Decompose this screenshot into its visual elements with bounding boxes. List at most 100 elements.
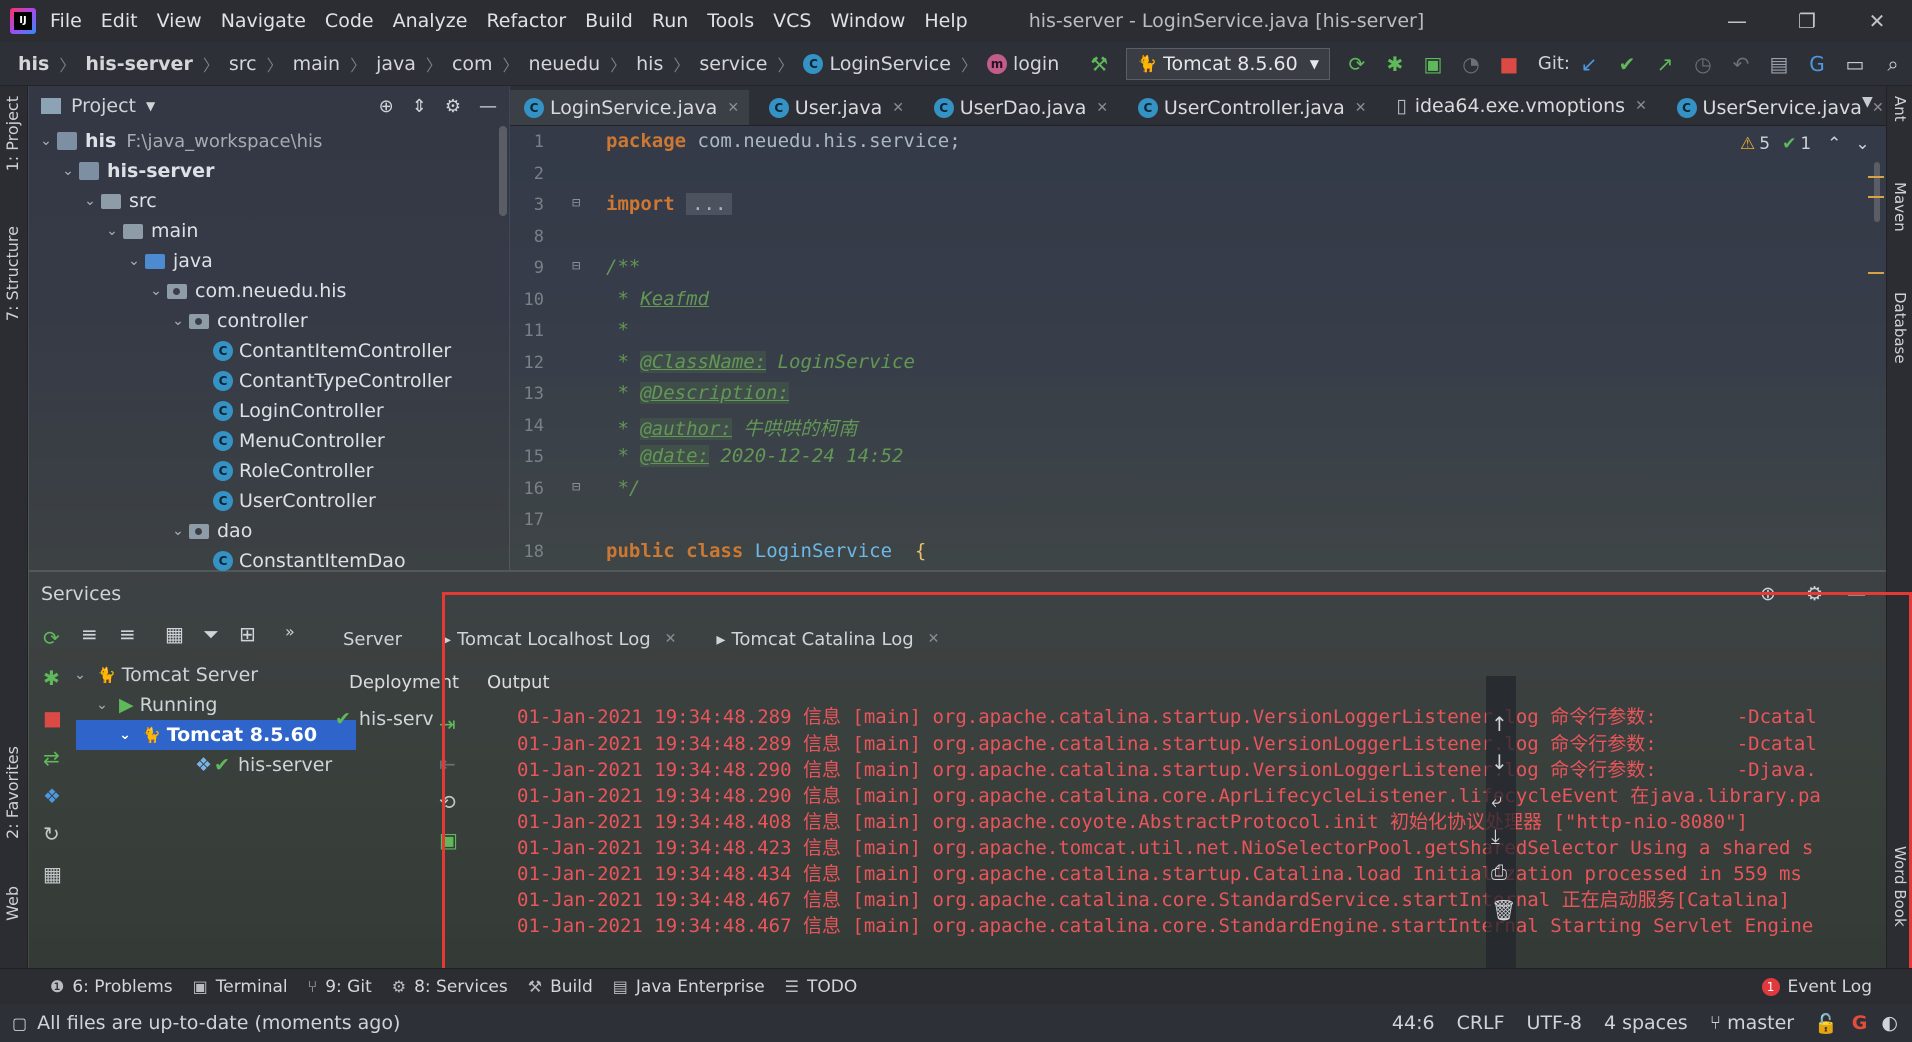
gear-icon[interactable]: ⚙ [1806, 583, 1823, 605]
close-tab-icon[interactable]: ✕ [1096, 100, 1108, 116]
terminal-tool-button[interactable]: ▣ Terminal [193, 977, 288, 997]
crumb-service[interactable]: service [699, 53, 767, 75]
tree-item-class[interactable]: C LoginController [29, 396, 509, 426]
memory-indicator-icon[interactable]: ◐ [1881, 1012, 1898, 1034]
crumb-com[interactable]: com [452, 53, 493, 75]
folded-imports[interactable]: ... [686, 193, 733, 215]
menu-refactor[interactable]: Refactor [486, 10, 566, 32]
database-tool-button[interactable]: Database [1891, 292, 1909, 364]
file-encoding[interactable]: UTF-8 [1527, 1012, 1582, 1034]
close-tab-icon[interactable]: ✕ [1872, 100, 1884, 116]
tree-item-src[interactable]: ⌄ src [29, 186, 509, 216]
close-tab-icon[interactable]: ✕ [1355, 100, 1367, 116]
translate-icon[interactable]: G [1805, 52, 1829, 76]
menu-window[interactable]: Window [830, 10, 905, 32]
deploy-icon[interactable]: ⇥ [439, 712, 456, 736]
tab-user[interactable]: C User.java ✕ [755, 88, 914, 125]
refresh-icon[interactable]: ↻ [43, 822, 60, 846]
artifact-icon[interactable]: ❖ [43, 784, 61, 808]
add-service-icon[interactable]: ⊞ [239, 622, 256, 646]
tree-item-package[interactable]: ⌄ com.neuedu.his [29, 276, 509, 306]
locate-icon[interactable]: ⊕ [379, 96, 394, 117]
chevron-down-icon[interactable]: ▼ [146, 99, 155, 113]
crumb-java[interactable]: java [376, 53, 416, 75]
lock-icon[interactable]: 🔓 [1814, 1012, 1838, 1035]
project-scrollbar[interactable] [499, 126, 507, 216]
inspection-widget[interactable]: ⚠ 5 ✔ 1 ⌃ ⌄ [1740, 134, 1870, 154]
menu-navigate[interactable]: Navigate [221, 10, 306, 32]
ant-tool-button[interactable]: Ant [1891, 96, 1909, 122]
status-icon[interactable]: ▢ [12, 1014, 27, 1033]
crumb-his[interactable]: his [18, 53, 49, 75]
git-rollback-icon[interactable]: ↶ [1729, 52, 1753, 76]
java-enterprise-tool-button[interactable]: ▤ Java Enterprise [613, 977, 765, 997]
todo-tool-button[interactable]: ☰ TODO [785, 977, 858, 997]
tree-item-tomcat-server[interactable]: ⌄ 🐈 Tomcat Server [69, 660, 258, 690]
crumb-src[interactable]: src [229, 53, 257, 75]
tabs-dropdown-icon[interactable]: ▼ [1862, 94, 1873, 110]
crumb-loginservice[interactable]: LoginService [829, 53, 950, 75]
problems-tool-button[interactable]: ❶ 6: Problems [50, 977, 173, 997]
project-tool-button[interactable]: 1: Project [3, 96, 22, 171]
git-push-icon[interactable]: ↗ [1653, 52, 1677, 76]
git-branch[interactable]: master [1727, 1012, 1794, 1034]
code-editor[interactable]: 1 2 3 8 9 10 11 12 13 14 15 16 17 18 ⊟ ⊟… [510, 126, 1886, 570]
menu-run[interactable]: Run [652, 10, 688, 32]
structure-tool-button[interactable]: 7: Structure [3, 226, 22, 321]
menu-build[interactable]: Build [585, 10, 633, 32]
tree-item-tomcat-instance[interactable]: ⌄ 🐈 Tomcat 8.5.60 [76, 720, 356, 750]
previous-highlight-icon[interactable]: ⌃ [1827, 134, 1841, 154]
tree-item-his[interactable]: ⌄ his F:\java_workspace\his [29, 126, 509, 156]
tab-localhost-log[interactable]: Tomcat Localhost Log [457, 629, 651, 650]
crumb-his-pkg[interactable]: his [636, 53, 663, 75]
redeploy-icon[interactable]: ⟲ [439, 790, 456, 814]
tab-userservice[interactable]: C UserService.java ✕ [1663, 88, 1886, 125]
soft-wrap-icon[interactable]: ⤶ [1491, 788, 1502, 812]
build-hammer-icon[interactable]: ⚒ [1087, 52, 1111, 76]
layout-icon[interactable]: ▦ [43, 862, 62, 886]
close-tab-icon[interactable]: ✕ [665, 631, 677, 647]
maven-tool-button[interactable]: Maven [1891, 182, 1909, 232]
crumb-main[interactable]: main [293, 53, 340, 75]
git-update-icon[interactable]: ↙ [1577, 52, 1601, 76]
tree-item-dao[interactable]: ⌄ dao [29, 516, 509, 546]
tree-item-class[interactable]: C ContantItemController [29, 336, 509, 366]
stop-icon[interactable]: ■ [1497, 52, 1521, 76]
menu-tools[interactable]: Tools [707, 10, 754, 32]
status-message[interactable]: All files are up-to-date (moments ago) [37, 1012, 400, 1034]
menu-view[interactable]: View [157, 10, 202, 32]
close-tab-icon[interactable]: ✕ [727, 100, 739, 116]
deploy-icon[interactable]: ⇄ [43, 746, 60, 770]
trash-icon[interactable]: 🗑 [1491, 898, 1516, 922]
git-history-icon[interactable]: ◷ [1691, 52, 1715, 76]
menu-analyze[interactable]: Analyze [393, 10, 468, 32]
debug-icon[interactable]: ✱ [1383, 52, 1407, 76]
tree-item-main[interactable]: ⌄ main [29, 216, 509, 246]
run-configuration-select[interactable]: 🐈 Tomcat 8.5.60 ▼ [1126, 47, 1330, 80]
locate-icon[interactable]: ⊕ [1760, 583, 1776, 605]
tab-loginservice[interactable]: C LoginService.java ✕ [510, 89, 750, 125]
caret-position[interactable]: 44:6 [1392, 1012, 1435, 1034]
wordbook-tool-button[interactable]: Word Book [1891, 846, 1909, 927]
crumb-neuedu[interactable]: neuedu [529, 53, 601, 75]
tab-server[interactable]: Server [343, 629, 402, 650]
project-panel-title[interactable]: Project [71, 95, 136, 117]
rerun-icon[interactable]: ⟳ [1345, 52, 1369, 76]
tree-item-java[interactable]: ⌄ java [29, 246, 509, 276]
web-tool-button[interactable]: Web [3, 886, 22, 921]
close-tab-icon[interactable]: ✕ [892, 100, 904, 116]
tab-userdao[interactable]: C UserDao.java ✕ [920, 88, 1118, 125]
services-tool-button[interactable]: ⚙ 8: Services [392, 977, 508, 997]
tab-vmoptions[interactable]: ▯ idea64.exe.vmoptions ✕ [1382, 86, 1657, 125]
menu-help[interactable]: Help [924, 10, 967, 32]
group-icon[interactable]: ▦ [165, 622, 184, 646]
build-tool-button[interactable]: ⚒ Build [528, 977, 593, 997]
crumb-login[interactable]: login [1013, 53, 1059, 75]
debug-icon[interactable]: ✱ [43, 666, 60, 690]
menu-edit[interactable]: Edit [101, 10, 138, 32]
fold-icon[interactable]: ⊟ [572, 479, 580, 495]
fold-icon[interactable]: ⊟ [572, 258, 580, 274]
fold-icon[interactable]: ⊟ [572, 195, 580, 211]
collapse-all-icon[interactable]: ≡ [119, 622, 136, 646]
more-icon[interactable]: » [285, 622, 295, 641]
